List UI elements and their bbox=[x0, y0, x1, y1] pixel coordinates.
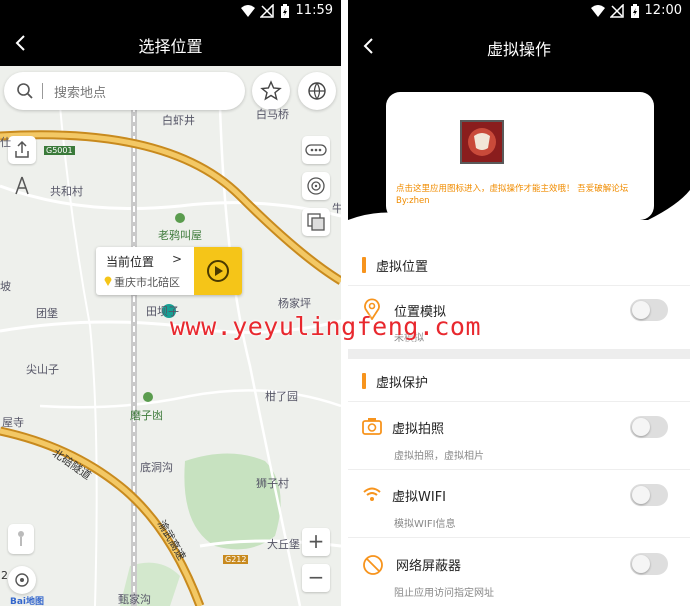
scale-digit: 2 bbox=[1, 569, 8, 582]
page-title: 虚拟操作 bbox=[486, 40, 551, 59]
map-label: 牛 bbox=[332, 202, 341, 215]
row-sub: 虚拟拍照，虚拟相片 bbox=[394, 451, 484, 462]
map-label: 共和村 bbox=[50, 185, 83, 198]
no-signal-icon bbox=[260, 4, 274, 18]
traffic-button[interactable] bbox=[302, 172, 330, 200]
map-label: 狮子村 bbox=[256, 477, 289, 490]
row-virtual-photo[interactable]: 虚拟拍照 虚拟拍照，虚拟相片 bbox=[348, 401, 690, 469]
section-virtual-protect: 虚拟保护 bbox=[348, 361, 690, 401]
map-label: 坡 bbox=[0, 280, 11, 293]
block-icon bbox=[363, 555, 383, 575]
map-label: 杨家坪 bbox=[278, 297, 311, 310]
battery-icon bbox=[631, 4, 639, 18]
more-icon bbox=[305, 144, 327, 156]
section-title: 虚拟位置 bbox=[376, 260, 429, 275]
road-shield: G212 bbox=[223, 555, 249, 564]
wifi-icon bbox=[363, 487, 381, 501]
row-name: 网络屏蔽器 bbox=[396, 559, 462, 574]
app-bar: 选择位置 bbox=[0, 22, 341, 66]
section-marker bbox=[362, 257, 366, 273]
app-card-text: 点击这里应用图标进入，虚拟操作才能主效哦！ 吾爱破解论坛 By:zhen bbox=[396, 184, 629, 206]
map-label: 白马桥 bbox=[256, 108, 289, 121]
popup-title: 当前位置 bbox=[106, 255, 155, 269]
map-label: 磨子凼 bbox=[130, 409, 163, 422]
pin-icon bbox=[18, 531, 24, 546]
radar-icon bbox=[307, 177, 325, 195]
search-bar[interactable]: 搜索地点 bbox=[4, 72, 245, 110]
map-label: 甄家沟 bbox=[118, 593, 151, 606]
popup-address: 重庆市北碚区 bbox=[114, 276, 180, 289]
map-logo: Bai地图 bbox=[10, 597, 45, 606]
star-icon bbox=[260, 80, 282, 101]
current-location-popup[interactable]: 当前位置 > 重庆市北碚区 bbox=[96, 247, 242, 295]
chevron-right-icon: > bbox=[172, 252, 183, 266]
map-label: 柑了园 bbox=[265, 390, 298, 403]
search-divider bbox=[42, 83, 43, 99]
row-sub: 阻止应用访问指定网址 bbox=[394, 588, 494, 599]
layers-button[interactable] bbox=[302, 208, 330, 236]
start-simulation-button[interactable] bbox=[194, 247, 242, 295]
section-title: 虚拟保护 bbox=[376, 376, 429, 391]
map-label: 老鸦叫屋 bbox=[158, 229, 202, 242]
zoom-out-button[interactable]: − bbox=[302, 564, 330, 592]
page-title: 选择位置 bbox=[138, 37, 203, 56]
location-pin-icon bbox=[104, 276, 112, 286]
right-screen: 12:00 虚拟操作 点击这里应用图标进入，虚拟操作才能主效哦！ 吾爱破解论坛 … bbox=[348, 0, 690, 606]
map-label: 屋寺 bbox=[2, 416, 24, 429]
play-icon bbox=[207, 260, 229, 282]
layers-icon bbox=[307, 213, 325, 231]
favorite-button[interactable] bbox=[252, 72, 290, 110]
battery-icon bbox=[281, 4, 289, 18]
network-shield-toggle[interactable] bbox=[630, 553, 668, 575]
app-icon[interactable] bbox=[460, 120, 504, 164]
screen-divider bbox=[341, 0, 348, 606]
wifi-icon bbox=[591, 5, 605, 17]
map-layer-button[interactable] bbox=[298, 72, 336, 110]
no-signal-icon bbox=[610, 4, 624, 18]
map-label: 大丘堡 bbox=[267, 538, 300, 551]
zoom-in-button[interactable]: + bbox=[302, 528, 330, 556]
more-button[interactable] bbox=[302, 136, 330, 164]
left-screen: 11:59 选择位置 搜索地点 白虾井 白马桥 G5001 共和村 老鸦叫屋 团… bbox=[0, 0, 341, 606]
map-label: 仕 bbox=[0, 136, 11, 149]
map-label: 团堡 bbox=[36, 307, 58, 320]
walk-icon bbox=[15, 176, 29, 195]
location-sim-toggle[interactable] bbox=[630, 299, 668, 321]
status-bar: 11:59 bbox=[0, 0, 341, 22]
virtual-photo-toggle[interactable] bbox=[630, 416, 668, 438]
section-virtual-location: 虚拟位置 bbox=[348, 245, 690, 285]
upload-icon bbox=[15, 140, 29, 158]
navigate-button[interactable] bbox=[8, 172, 36, 200]
status-time: 11:59 bbox=[295, 3, 333, 18]
app-logo-icon bbox=[468, 128, 496, 156]
row-network-shield[interactable]: 网络屏蔽器 阻止应用访问指定网址 bbox=[348, 537, 690, 606]
app-card[interactable]: 点击这里应用图标进入，虚拟操作才能主效哦！ 吾爱破解论坛 By:zhen bbox=[386, 92, 654, 220]
app-bar: 虚拟操作 bbox=[348, 22, 690, 70]
status-time: 12:00 bbox=[644, 3, 682, 18]
row-name: 虚拟拍照 bbox=[392, 422, 445, 437]
camera-icon bbox=[362, 418, 382, 435]
search-icon bbox=[17, 83, 33, 99]
watermark: www.yeyulingfeng.com bbox=[170, 312, 482, 341]
virtual-wifi-toggle[interactable] bbox=[630, 484, 668, 506]
wifi-icon bbox=[241, 5, 255, 17]
map-label: 尖山子 bbox=[26, 363, 59, 376]
search-input[interactable]: 搜索地点 bbox=[54, 82, 106, 101]
road-shield: G5001 bbox=[44, 146, 75, 155]
share-button[interactable] bbox=[8, 136, 36, 164]
row-name: 虚拟WIFI bbox=[392, 490, 446, 505]
status-bar: 12:00 bbox=[348, 0, 690, 22]
map-label: 底洞沟 bbox=[140, 461, 173, 474]
crosshair-icon bbox=[15, 573, 29, 587]
row-virtual-wifi[interactable]: 虚拟WIFI 模拟WIFI信息 bbox=[348, 469, 690, 537]
street-view-button[interactable] bbox=[8, 524, 34, 554]
section-separator bbox=[348, 349, 690, 359]
section-marker bbox=[362, 373, 366, 389]
locate-button[interactable] bbox=[8, 566, 36, 594]
globe-icon bbox=[308, 82, 326, 100]
map-label: 白虾井 bbox=[162, 114, 195, 127]
row-sub: 模拟WIFI信息 bbox=[394, 519, 456, 530]
